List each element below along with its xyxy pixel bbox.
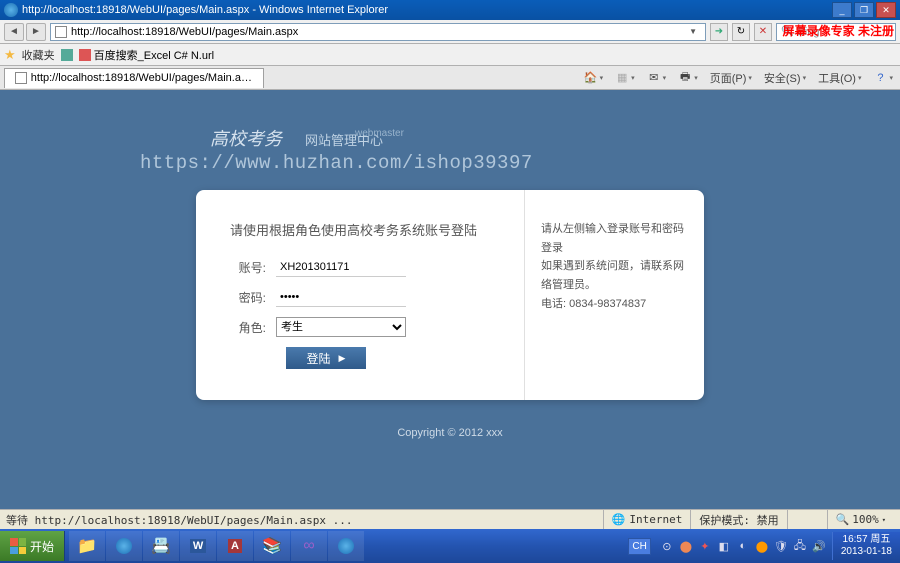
tray-icon-3[interactable]: ✦ (698, 539, 712, 553)
page-content: 高校考务 网站管理中心 webmaster https://www.huzhan… (0, 90, 900, 509)
tray-network-icon[interactable]: 🖧 (793, 539, 807, 553)
link-icon (79, 49, 91, 61)
taskbar-access[interactable]: A (217, 531, 253, 561)
restore-button[interactable]: ❐ (854, 2, 874, 18)
password-input[interactable] (276, 287, 406, 307)
go-button[interactable]: ➜ (710, 23, 728, 41)
help-line-3: 电话: 0834-98374837 (541, 295, 688, 314)
taskbar: 开始 📁 📇 W A 📚 ∞ CH ⊙ ⬤ ✦ ◧ ◐ ⬤ 🛡 🖧 🔊 16:5… (0, 529, 900, 563)
taskbar-app-6[interactable]: 📚 (254, 531, 290, 561)
password-label: 密码: (230, 289, 266, 306)
login-button-label: 登陆 (307, 350, 331, 367)
status-zone: 🌐Internet (603, 510, 691, 529)
help-line-1: 请从左侧输入登录账号和密码登录 (541, 220, 688, 257)
username-label: 账号: (230, 259, 266, 276)
login-form: 请使用根据角色使用高校考务系统账号登陆 账号: 密码: 角色: 考生 登陆 ▶ (196, 190, 524, 400)
print-icon: 🖶 (678, 71, 692, 85)
tray-icon-2[interactable]: ⬤ (679, 539, 693, 553)
hero-url: https://www.huzhan.com/ishop39397 (140, 152, 533, 174)
browser-tab[interactable]: http://localhost:18918/WebUI/pages/Main.… (4, 68, 264, 88)
ie-icon (4, 3, 18, 17)
rss-icon: ▦ (615, 71, 629, 85)
print-button[interactable]: 🖶▾ (675, 71, 701, 85)
tray-volume-icon[interactable]: 🔊 (812, 539, 826, 553)
stop-button[interactable]: ✕ (754, 23, 772, 41)
language-indicator[interactable]: CH (628, 538, 650, 555)
address-bar[interactable]: ▼ (50, 23, 706, 41)
forward-button[interactable]: ► (26, 23, 46, 41)
help-button[interactable]: ?▾ (870, 71, 896, 85)
tools-menu[interactable]: 工具(O)▾ (815, 70, 864, 86)
taskbar-ie[interactable] (328, 531, 364, 561)
zoom-control[interactable]: 🔍100%▾ (827, 510, 894, 529)
tray-icon-6[interactable]: ⬤ (755, 539, 769, 553)
favorite-link-1[interactable]: 百度搜索_Excel C# N.url (79, 47, 214, 63)
status-protected-mode: 保护模式: 禁用 (690, 510, 786, 529)
feeds-button[interactable]: ▦▾ (612, 71, 638, 85)
favorites-bar: ★ 收藏夹 百度搜索_Excel C# N.url (0, 44, 900, 66)
tab-row: http://localhost:18918/WebUI/pages/Main.… (0, 66, 900, 90)
login-help: 请从左侧输入登录账号和密码登录 如果遇到系统问题，请联系网络管理员。 电话: 0… (524, 190, 704, 400)
arrow-right-icon: ▶ (339, 353, 346, 364)
mail-icon: ✉ (647, 71, 661, 85)
hero-title: 高校考务 (210, 125, 282, 151)
status-text: 等待 http://localhost:18918/WebUI/pages/Ma… (6, 512, 603, 528)
mail-button[interactable]: ✉▾ (644, 71, 670, 85)
start-button[interactable]: 开始 (0, 531, 65, 561)
login-button[interactable]: 登陆 ▶ (286, 347, 366, 369)
username-input[interactable] (276, 257, 406, 277)
taskbar-app-2[interactable] (106, 531, 142, 561)
safety-menu[interactable]: 安全(S)▾ (761, 70, 809, 86)
tray-icon-5[interactable]: ◐ (736, 539, 750, 553)
favorites-label[interactable]: 收藏夹 (22, 47, 55, 63)
close-button[interactable]: ✕ (876, 2, 896, 18)
tab-title: http://localhost:18918/WebUI/pages/Main.… (31, 72, 253, 84)
role-label: 角色: (230, 319, 266, 336)
suggested-sites[interactable] (61, 49, 73, 61)
taskbar-vs[interactable]: ∞ (291, 531, 327, 561)
zoom-icon: 🔍 (836, 513, 850, 526)
help-icon: ? (873, 71, 887, 85)
windows-logo-icon (10, 538, 26, 554)
taskbar-word[interactable]: W (180, 531, 216, 561)
hero-subtitle-en: webmaster (355, 128, 404, 139)
taskbar-app-3[interactable]: 📇 (143, 531, 179, 561)
system-tray: ⊙ ⬤ ✦ ◧ ◐ ⬤ 🛡 🖧 🔊 (654, 539, 832, 553)
back-button[interactable]: ◄ (4, 23, 24, 41)
address-bar-row: ◄ ► ▼ ➜ ↻ ✕ 🔍 Bing (0, 20, 900, 44)
window-title: http://localhost:18918/WebUI/pages/Main.… (22, 4, 832, 16)
page-icon (55, 26, 67, 38)
tray-icon-4[interactable]: ◧ (717, 539, 731, 553)
refresh-button[interactable]: ↻ (732, 23, 750, 41)
tray-icon-7[interactable]: 🛡 (774, 539, 788, 553)
window-titlebar: http://localhost:18918/WebUI/pages/Main.… (0, 0, 900, 20)
tray-icon-1[interactable]: ⊙ (660, 539, 674, 553)
tab-page-icon (15, 72, 27, 84)
help-line-2: 如果遇到系统问题，请联系网络管理员。 (541, 257, 688, 294)
home-button[interactable]: 🏠▾ (581, 71, 607, 85)
role-select[interactable]: 考生 (276, 317, 406, 337)
recorder-watermark: 屏幕录像专家 未注册 (783, 22, 894, 39)
copyright: Copyright © 2012 xxx (0, 427, 900, 439)
site-icon (61, 49, 73, 61)
minimize-button[interactable]: _ (832, 2, 852, 18)
login-prompt: 请使用根据角色使用高校考务系统账号登陆 (230, 220, 500, 239)
taskbar-app-1[interactable]: 📁 (69, 531, 105, 561)
globe-icon: 🌐 (612, 513, 626, 526)
page-menu[interactable]: 页面(P)▾ (707, 70, 755, 86)
login-card: 请使用根据角色使用高校考务系统账号登陆 账号: 密码: 角色: 考生 登陆 ▶ … (196, 190, 704, 400)
favorites-star-icon[interactable]: ★ (4, 47, 16, 63)
home-icon: 🏠 (584, 71, 598, 85)
status-progress (787, 510, 827, 529)
url-input[interactable] (71, 26, 685, 38)
taskbar-clock[interactable]: 16:57 周五 2013-01-18 (832, 532, 900, 560)
url-dropdown-icon[interactable]: ▼ (685, 27, 701, 36)
status-bar: 等待 http://localhost:18918/WebUI/pages/Ma… (0, 509, 900, 529)
